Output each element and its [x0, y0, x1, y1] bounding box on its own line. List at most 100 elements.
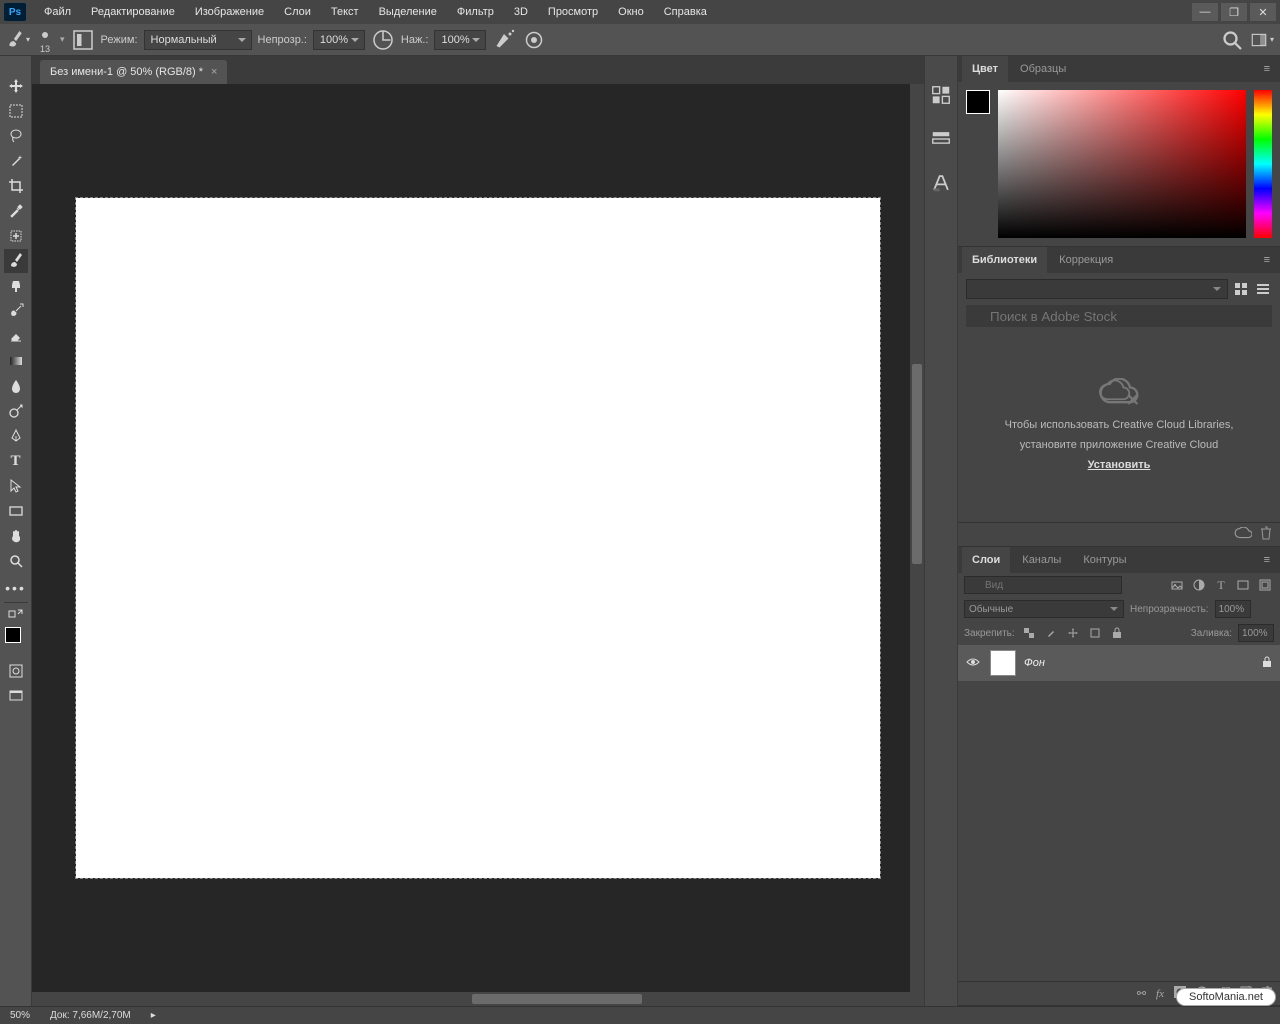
filter-type-icon[interactable]: T [1212, 576, 1230, 594]
lock-pixels-icon[interactable] [1043, 625, 1059, 641]
lock-position-icon[interactable] [1065, 625, 1081, 641]
chevron-right-icon[interactable]: ▸ [151, 1010, 156, 1021]
magic-wand-tool[interactable] [4, 149, 28, 173]
filter-pixel-icon[interactable] [1168, 576, 1186, 594]
trash-icon[interactable] [1260, 526, 1272, 543]
menu-select[interactable]: Выделение [369, 0, 447, 24]
lock-all-icon[interactable] [1109, 625, 1125, 641]
pressure-size-icon[interactable] [522, 28, 546, 52]
menu-filter[interactable]: Фильтр [447, 0, 504, 24]
dodge-tool[interactable] [4, 399, 28, 423]
layer-blend-mode-dropdown[interactable]: Обычные [964, 600, 1124, 618]
history-brush-tool[interactable] [4, 299, 28, 323]
edit-toolbar-button[interactable]: ••• [4, 574, 28, 598]
panel-menu-icon[interactable]: ≡ [1258, 254, 1276, 266]
eraser-tool[interactable] [4, 324, 28, 348]
lock-artboard-icon[interactable] [1087, 625, 1103, 641]
install-link[interactable]: Установить [1088, 459, 1151, 471]
move-tool[interactable] [4, 74, 28, 98]
filter-smart-icon[interactable] [1256, 576, 1274, 594]
menu-edit[interactable]: Редактирование [81, 0, 185, 24]
filter-shape-icon[interactable] [1234, 576, 1252, 594]
swap-colors-icon[interactable] [4, 606, 28, 620]
layer-filter-input[interactable] [964, 576, 1122, 594]
properties-panel-icon[interactable] [930, 128, 952, 150]
canvas-viewport[interactable] [32, 84, 924, 992]
blend-mode-dropdown[interactable]: Нормальный [144, 30, 252, 50]
vertical-scrollbar-thumb[interactable] [912, 364, 922, 564]
workspace-switcher-icon[interactable]: ▾ [1250, 28, 1274, 52]
menu-window[interactable]: Окно [608, 0, 654, 24]
tab-layers[interactable]: Слои [962, 547, 1010, 573]
visibility-icon[interactable] [966, 657, 982, 670]
search-icon[interactable] [1220, 28, 1244, 52]
character-panel-icon[interactable] [930, 172, 952, 194]
pen-tool[interactable] [4, 424, 28, 448]
eyedropper-tool[interactable] [4, 199, 28, 223]
menu-3d[interactable]: 3D [504, 0, 538, 24]
menu-text[interactable]: Текст [321, 0, 369, 24]
color-swatches[interactable] [5, 627, 27, 649]
window-close-button[interactable]: ✕ [1250, 3, 1276, 21]
menu-image[interactable]: Изображение [185, 0, 274, 24]
crop-tool[interactable] [4, 174, 28, 198]
vertical-scrollbar[interactable] [910, 84, 924, 992]
window-minimize-button[interactable]: — [1192, 3, 1218, 21]
marquee-tool[interactable] [4, 99, 28, 123]
rectangle-tool[interactable] [4, 499, 28, 523]
layer-fill-field[interactable] [1238, 624, 1274, 642]
library-search-input[interactable] [966, 305, 1272, 327]
airbrush-icon[interactable] [492, 28, 516, 52]
type-tool[interactable]: T [4, 449, 28, 473]
list-view-icon[interactable] [1254, 280, 1272, 298]
cloud-sync-icon[interactable] [1234, 527, 1252, 542]
tab-channels[interactable]: Каналы [1012, 547, 1071, 573]
blur-tool[interactable] [4, 374, 28, 398]
layer-style-icon[interactable]: fx [1156, 988, 1164, 1000]
menu-view[interactable]: Просмотр [538, 0, 608, 24]
lasso-tool[interactable] [4, 124, 28, 148]
window-maximize-button[interactable]: ❐ [1221, 3, 1247, 21]
menu-file[interactable]: Файл [34, 0, 81, 24]
tool-preset-icon[interactable]: ▾ [6, 28, 30, 52]
horizontal-scrollbar[interactable] [32, 992, 924, 1006]
history-panel-icon[interactable] [930, 84, 952, 106]
zoom-level[interactable]: 50% [10, 1010, 30, 1021]
gradient-tool[interactable] [4, 349, 28, 373]
layer-row[interactable]: Фон [958, 645, 1280, 681]
tab-adjustments[interactable]: Коррекция [1049, 247, 1123, 273]
layer-name[interactable]: Фон [1024, 657, 1045, 669]
canvas[interactable] [76, 198, 880, 878]
hue-slider[interactable] [1254, 90, 1272, 238]
link-layers-icon[interactable]: ⚯ [1137, 987, 1146, 1000]
opacity-field[interactable]: 100% [313, 30, 365, 50]
menu-layers[interactable]: Слои [274, 0, 321, 24]
tab-swatches[interactable]: Образцы [1010, 56, 1076, 82]
healing-brush-tool[interactable] [4, 224, 28, 248]
horizontal-scrollbar-thumb[interactable] [472, 994, 642, 1004]
screen-mode-tool[interactable] [4, 684, 28, 708]
tab-libraries[interactable]: Библиотеки [962, 247, 1047, 273]
library-select-dropdown[interactable] [966, 279, 1228, 299]
fg-color-preview[interactable] [966, 90, 990, 114]
zoom-tool[interactable] [4, 549, 28, 573]
lock-icon[interactable] [1262, 656, 1272, 671]
tab-color[interactable]: Цвет [962, 56, 1008, 82]
brush-panel-toggle-icon[interactable] [71, 28, 95, 52]
quickmask-tool[interactable] [4, 659, 28, 683]
clone-stamp-tool[interactable] [4, 274, 28, 298]
panel-menu-icon[interactable]: ≡ [1258, 63, 1276, 75]
tab-paths[interactable]: Контуры [1073, 547, 1136, 573]
filter-adjustment-icon[interactable] [1190, 576, 1208, 594]
pressure-opacity-icon[interactable] [371, 28, 395, 52]
brush-size-control[interactable]: 13 [36, 26, 54, 54]
layer-thumbnail[interactable] [990, 650, 1016, 676]
hand-tool[interactable] [4, 524, 28, 548]
menu-help[interactable]: Справка [654, 0, 717, 24]
brush-tool[interactable] [4, 249, 28, 273]
foreground-color-swatch[interactable] [5, 627, 21, 643]
document-tab[interactable]: Без имени-1 @ 50% (RGB/8) * × [40, 60, 227, 84]
document-info[interactable]: Док: 7,66M/2,70M [50, 1010, 131, 1021]
grid-view-icon[interactable] [1232, 280, 1250, 298]
panel-menu-icon[interactable]: ≡ [1258, 554, 1276, 566]
